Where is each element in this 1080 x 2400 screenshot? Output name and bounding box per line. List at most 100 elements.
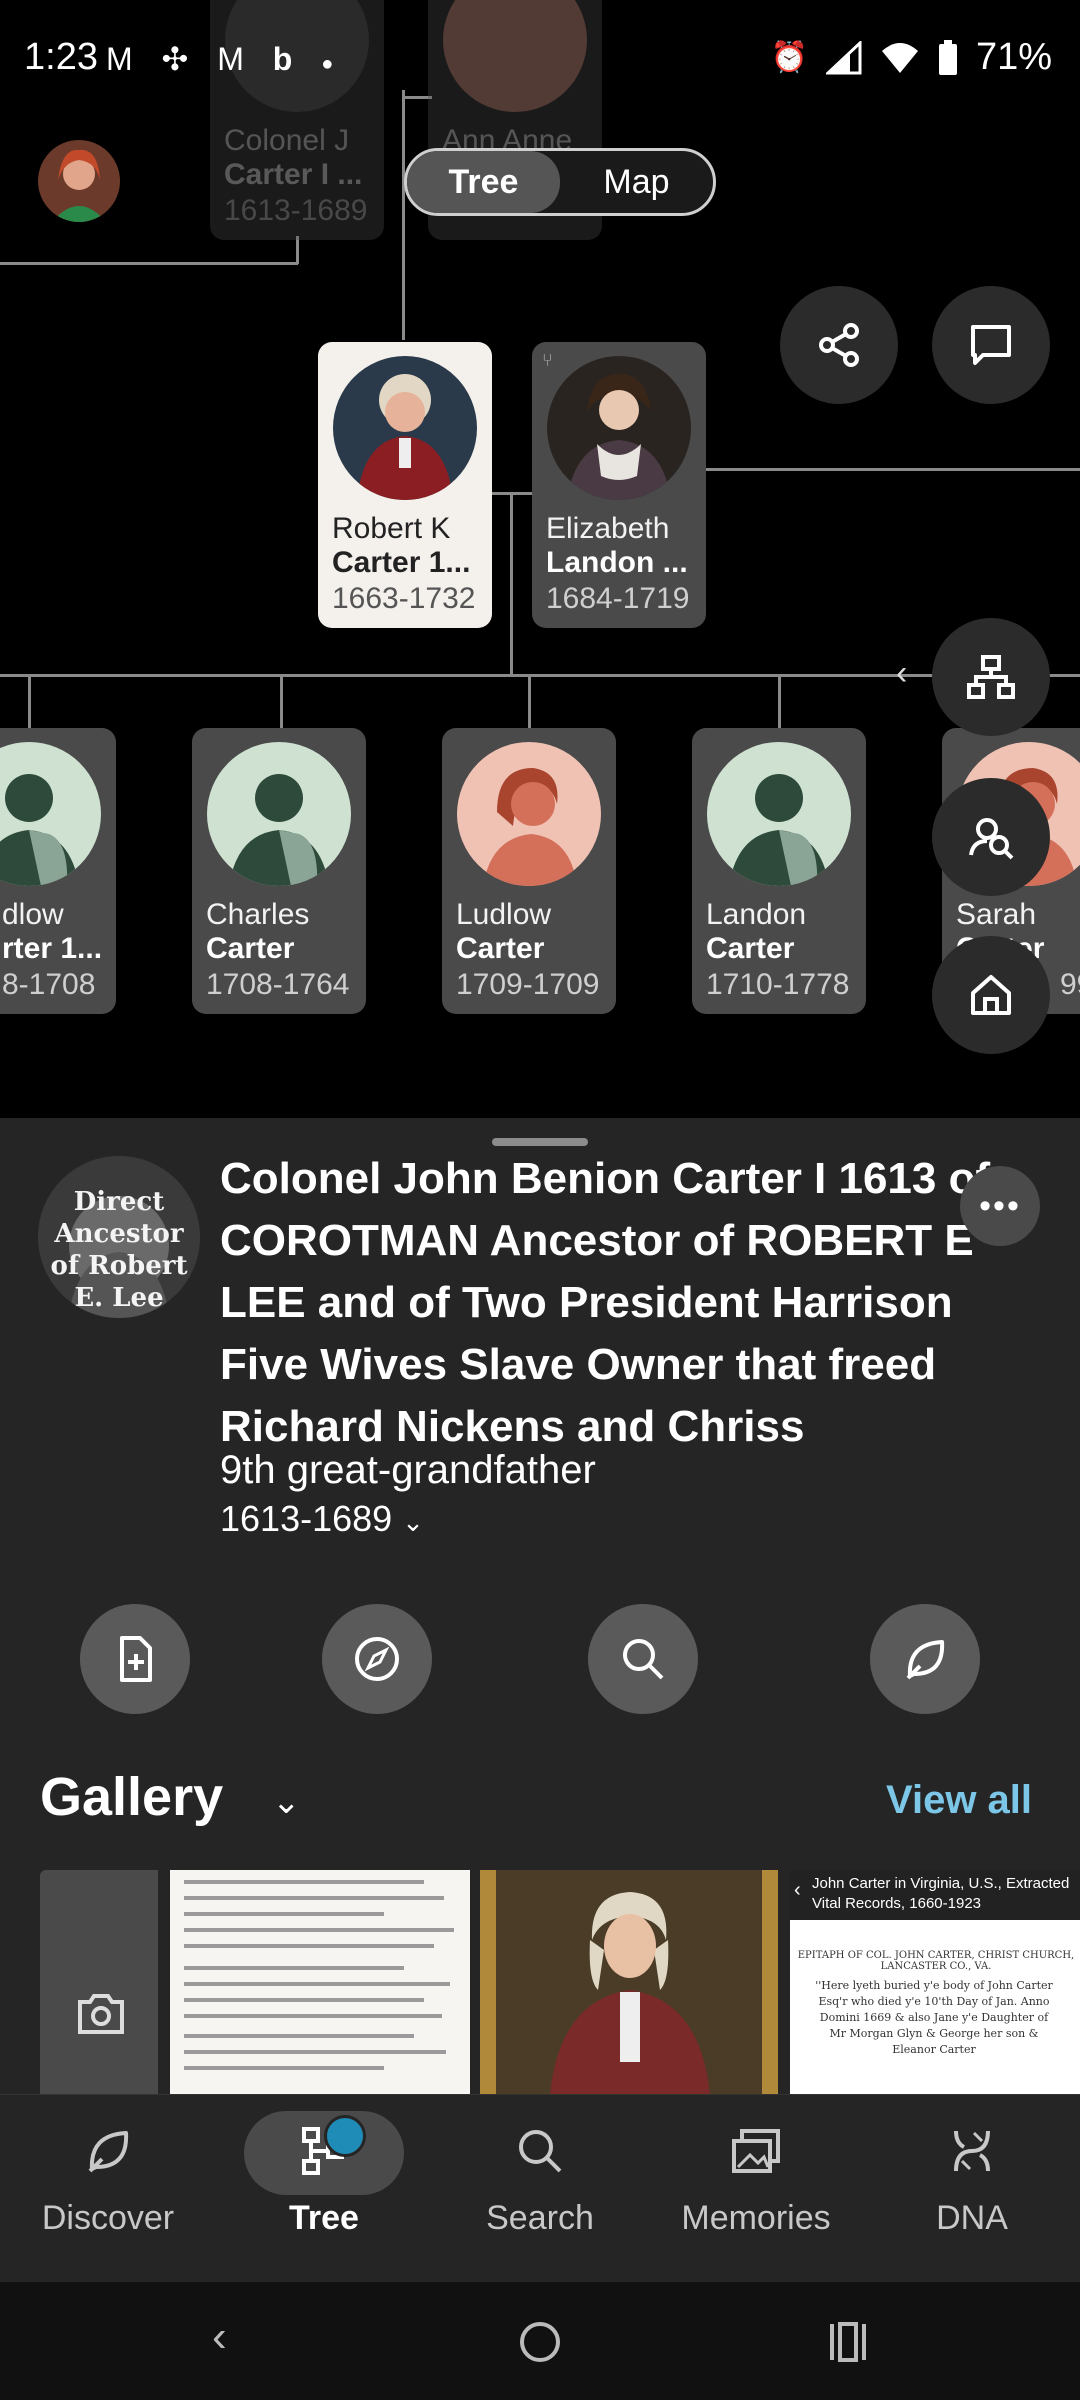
leaf-icon <box>88 2131 129 2173</box>
person-first-name: Colonel J <box>224 124 350 157</box>
record-banner: ‹ John Carter in Virginia, U.S., Extract… <box>790 1870 1080 1920</box>
chevron-down-icon[interactable]: ⌄ <box>272 1782 301 1822</box>
text-line <box>184 1928 454 1932</box>
connector-line <box>402 90 405 340</box>
female-silhouette-icon <box>457 742 601 886</box>
home-person-button[interactable] <box>932 936 1050 1054</box>
person-card-child[interactable]: Landon Carter 1710-1778 <box>692 728 866 1014</box>
nav-memories[interactable]: Memories <box>648 2095 864 2283</box>
share-button[interactable] <box>780 286 898 404</box>
user-avatar[interactable] <box>38 140 120 222</box>
search-icon <box>623 1639 664 1680</box>
person-card-child[interactable]: Ludlow Carter 1709-1709 <box>442 728 616 1014</box>
text-line <box>184 2014 442 2018</box>
nav-tree[interactable]: Tree <box>216 2095 432 2283</box>
person-first-name: Charles <box>206 898 310 931</box>
person-card-child[interactable]: dlow rter 1... 8-1708 <box>0 728 116 1014</box>
nav-dna[interactable]: DNA <box>864 2095 1080 2283</box>
photos-icon <box>732 2129 780 2173</box>
tab-map[interactable]: Map <box>560 151 713 213</box>
collapse-chevron-icon[interactable]: ‹ <box>896 654 907 693</box>
person-first-name: dlow <box>2 898 64 931</box>
person-first-name: Elizabeth <box>546 512 670 545</box>
connector-line <box>706 468 1080 471</box>
comment-icon <box>971 325 1011 365</box>
gmail-icon: M <box>217 41 254 77</box>
home-icon <box>971 975 1011 1015</box>
compass-icon <box>355 1637 399 1681</box>
search-icon <box>519 2130 562 2173</box>
home-circle-icon[interactable] <box>518 2320 562 2375</box>
find-person-button[interactable] <box>932 778 1050 896</box>
dot-icon: ● <box>321 53 344 75</box>
status-bar: 1:23 M ✣ M b ● ⏰ 71% <box>0 0 1080 124</box>
tree-view-button[interactable] <box>932 618 1050 736</box>
person-last-name: Carter <box>206 932 295 965</box>
dna-icon <box>954 2130 990 2172</box>
nav-discover[interactable]: Discover <box>0 2095 216 2283</box>
profile-badge-text: Direct Ancestor of Robert E. Lee <box>50 1187 188 1313</box>
search-records-button[interactable] <box>588 1604 698 1714</box>
chevron-down-icon: ⌄ <box>402 1507 424 1537</box>
tab-tree[interactable]: Tree <box>407 151 560 213</box>
connector-line <box>490 492 532 495</box>
person-card-focus[interactable]: Robert K Carter 1... 1663-1732 <box>318 342 492 628</box>
person-detail-sheet[interactable]: Direct Ancestor of Robert E. Lee Colonel… <box>0 1118 1080 2094</box>
battery-icon <box>938 39 957 75</box>
connector-line <box>778 674 781 728</box>
record-heading: John Carter in Virginia, U.S., Extracted… <box>812 1875 1070 1912</box>
text-line <box>184 2066 384 2070</box>
text-line <box>184 1998 424 2002</box>
explore-button[interactable] <box>322 1604 432 1714</box>
add-record-button[interactable] <box>80 1604 190 1714</box>
person-card-spouse[interactable]: ⑂ Elizabeth Landon ... 1684-1719 <box>532 342 706 628</box>
hints-button[interactable] <box>870 1604 980 1714</box>
back-icon[interactable]: ‹ <box>212 2312 227 2362</box>
gallery-thumbnail-record[interactable]: ‹ John Carter in Virginia, U.S., Extract… <box>790 1870 1080 2094</box>
status-time: 1:23 <box>24 36 98 78</box>
sheet-drag-handle[interactable] <box>492 1138 588 1146</box>
text-line <box>184 1982 450 1986</box>
person-card-child[interactable]: Charles Carter 1708-1764 <box>192 728 366 1014</box>
record-caption: EPITAPH OF COL. JOHN CARTER, CHRIST CHUR… <box>797 1950 1075 1972</box>
tree-icon <box>967 655 1015 699</box>
chevron-left-icon: ‹ <box>794 1879 801 1901</box>
male-silhouette-icon <box>0 742 101 886</box>
record-text: ''Here lyeth buried y'e body of John Car… <box>815 1979 1053 2056</box>
person-last-name: Carter <box>706 932 795 965</box>
lifespan-dropdown[interactable]: 1613-1689 ⌄ <box>220 1498 424 1540</box>
comment-button[interactable] <box>932 286 1050 404</box>
nav-label: Tree <box>289 2199 359 2237</box>
lifespan-years: 1613-1689 <box>220 1498 393 1539</box>
add-photo-button[interactable] <box>40 1870 158 2094</box>
notification-icons: M ✣ M b ● <box>106 40 343 78</box>
profile-image[interactable]: Direct Ancestor of Robert E. Lee <box>38 1156 200 1318</box>
nav-search[interactable]: Search <box>432 2095 648 2283</box>
text-line <box>184 2050 446 2054</box>
nav-label: Search <box>486 2199 594 2237</box>
nav-label: Memories <box>681 2199 831 2237</box>
connector-line <box>28 674 31 728</box>
person-years: 1684-1719 <box>546 582 690 615</box>
alarm-icon: ⏰ <box>770 41 808 74</box>
person-years: 1663-1732 <box>332 582 476 615</box>
wifi-icon <box>881 42 918 73</box>
family-tree-canvas[interactable]: Colonel J Carter I ... 1613-1689 Ann Ann… <box>0 0 1080 1118</box>
signal-icon <box>825 40 862 74</box>
system-navigation-bar: ‹ <box>0 2282 1080 2400</box>
view-toggle[interactable]: Tree Map <box>404 148 716 216</box>
tree-hint-icon: ⑂ <box>542 350 553 370</box>
person-years: 1708-1764 <box>206 968 350 1001</box>
text-line <box>184 1880 424 1884</box>
connector-line <box>528 674 531 728</box>
recents-icon[interactable] <box>826 2322 870 2373</box>
view-all-link[interactable]: View all <box>886 1778 1032 1823</box>
person-last-name: Carter 1... <box>332 546 471 579</box>
more-options-button[interactable]: ••• <box>960 1166 1040 1246</box>
person-first-name: Sarah <box>956 898 1037 931</box>
gallery-thumbnail-portrait[interactable] <box>480 1870 778 2094</box>
person-first-name: Robert K <box>332 512 451 545</box>
gallery-thumbnail-document[interactable] <box>170 1870 470 2094</box>
person-last-name: Landon ... <box>546 546 688 579</box>
person-last-name: Carter <box>456 932 545 965</box>
